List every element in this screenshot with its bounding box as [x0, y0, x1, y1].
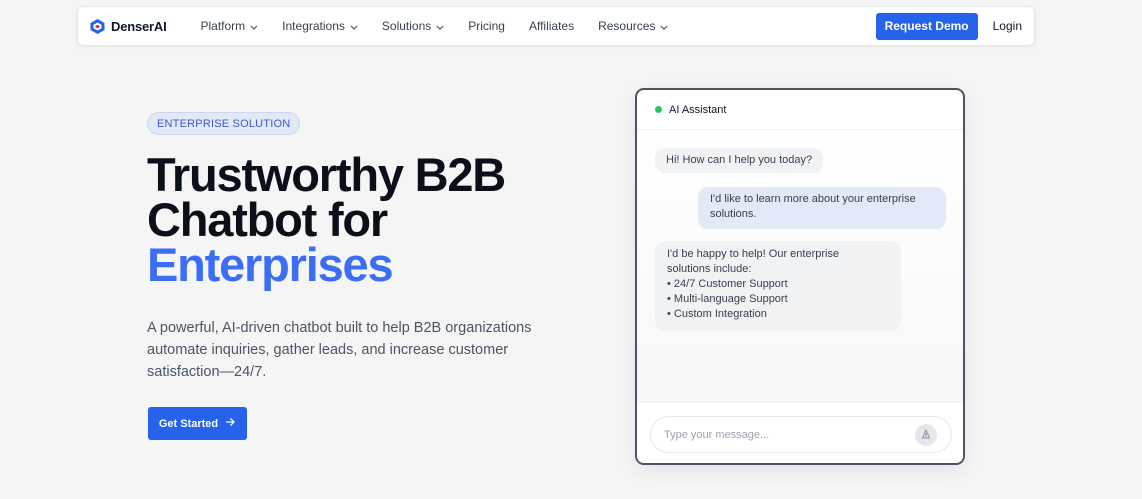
login-link[interactable]: Login [993, 19, 1022, 33]
online-status-dot [655, 106, 662, 113]
chat-footer: Type your message... [637, 402, 963, 463]
nav-solutions-label: Solutions [381, 19, 432, 33]
get-started-button[interactable]: Get Started [148, 407, 247, 440]
chat-widget: AI Assistant Hi! How can I help you toda… [635, 88, 965, 465]
message-line: I'd be happy to help! Our enterprise [667, 248, 840, 260]
denserai-logo-icon [89, 18, 106, 35]
nav-pricing[interactable]: Pricing [468, 19, 505, 33]
headline-line-2: Chatbot for [147, 193, 388, 246]
get-started-label: Get Started [158, 417, 219, 430]
chat-title: AI Assistant [669, 103, 727, 116]
message-line: • Multi-language Support [667, 293, 788, 305]
nav-resources[interactable]: Resources [598, 19, 668, 33]
nav-affiliates-label: Affiliates [528, 19, 575, 33]
nav-integrations-label: Integrations [282, 19, 345, 33]
hero-headline: Trustworthy B2B Chatbot for Enterprises [147, 148, 506, 291]
chevron-down-icon [436, 19, 444, 33]
top-navbar: DenserAI Platform Integrations Solutions… [77, 6, 1035, 46]
headline-accent: Enterprises [147, 238, 394, 291]
arrow-right-icon [225, 417, 236, 430]
chevron-down-icon [660, 19, 668, 33]
chat-messages: Hi! How can I help you today? I'd like t… [637, 130, 963, 402]
nav-solutions[interactable]: Solutions [382, 19, 444, 33]
input-placeholder: Type your message... [664, 428, 770, 441]
request-demo-button[interactable]: Request Demo [875, 12, 978, 40]
message-line: • Custom Integration [667, 308, 767, 320]
nav-links: Platform Integrations Solutions Pricing … [200, 19, 692, 33]
chevron-down-icon [350, 19, 358, 33]
message-line: • 24/7 Customer Support [667, 278, 788, 290]
brand-logo[interactable]: DenserAI [89, 18, 167, 35]
nav-integrations[interactable]: Integrations [282, 19, 358, 33]
send-icon [921, 428, 931, 442]
hero-description: A powerful, AI-driven chatbot built to h… [147, 320, 532, 380]
brand-name: DenserAI [111, 18, 167, 34]
send-button[interactable] [915, 424, 937, 446]
bot-message: I'd be happy to help! Our enterprise sol… [655, 241, 901, 331]
chevron-down-icon [250, 19, 258, 33]
chat-header: AI Assistant [637, 90, 963, 130]
bot-message: Hi! How can I help you today? [655, 148, 824, 173]
user-message: I'd like to learn more about your enterp… [698, 187, 946, 229]
nav-resources-label: Resources [598, 19, 656, 33]
nav-platform[interactable]: Platform [200, 19, 258, 33]
nav-pricing-label: Pricing [468, 19, 505, 33]
nav-platform-label: Platform [200, 19, 246, 33]
message-line: solutions include: [667, 263, 752, 275]
nav-actions: Request Demo Login [875, 12, 1022, 40]
enterprise-badge: ENTERPRISE SOLUTION [147, 112, 301, 135]
nav-affiliates[interactable]: Affiliates [529, 19, 574, 33]
headline-line-1: Trustworthy B2B [147, 148, 506, 201]
chat-message-input[interactable]: Type your message... [650, 416, 952, 453]
